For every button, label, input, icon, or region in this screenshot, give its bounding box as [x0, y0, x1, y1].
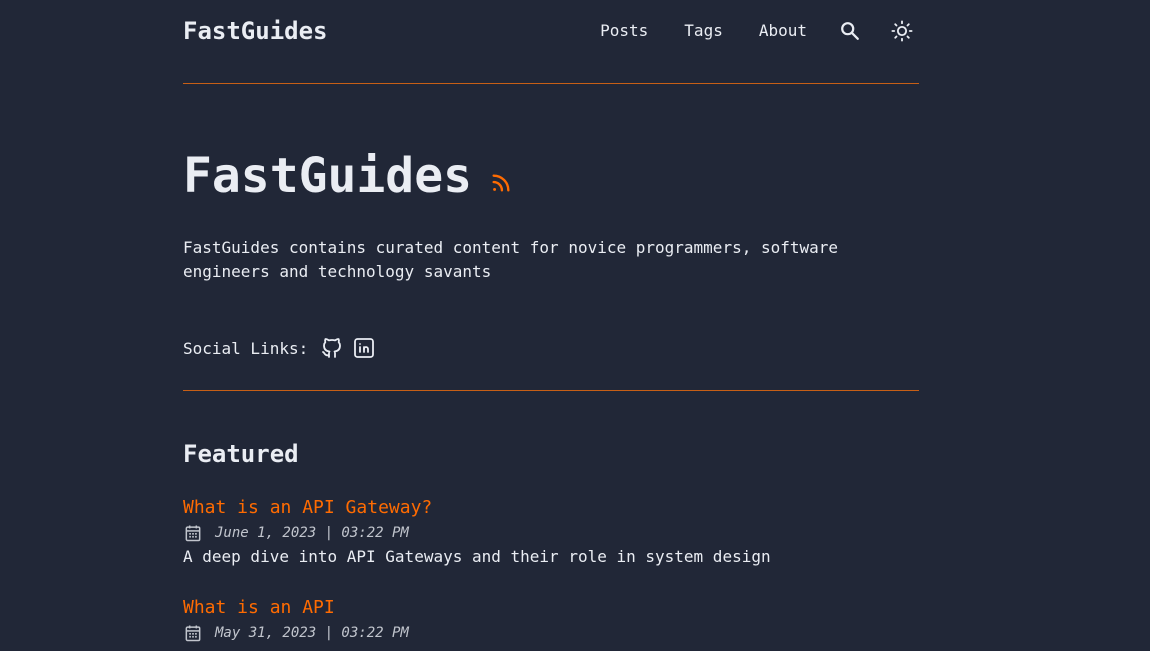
search-icon[interactable]	[837, 18, 863, 44]
hero-section: FastGuides	[183, 148, 512, 204]
list-item: What is an API May 31, 2023 | 03:22 PM	[183, 595, 409, 643]
post-title-link[interactable]: What is an API Gateway?	[183, 495, 771, 521]
social-links-label: Social Links:	[183, 338, 309, 358]
nav-posts-link[interactable]: Posts	[600, 18, 648, 44]
linkedin-icon[interactable]	[352, 336, 376, 360]
post-meta: May 31, 2023 | 03:22 PM	[183, 623, 409, 643]
page-container: FastGuides Posts Tags About FastGuides F…	[183, 0, 919, 642]
post-title-link[interactable]: What is an API	[183, 595, 409, 621]
section-divider	[183, 390, 919, 391]
calendar-icon	[185, 525, 201, 542]
post-description: A deep dive into API Gateways and their …	[183, 547, 771, 566]
page-title: FastGuides	[183, 148, 472, 204]
rss-icon[interactable]	[490, 172, 512, 198]
calendar-icon	[185, 625, 201, 642]
site-header: FastGuides Posts Tags About	[183, 0, 919, 84]
site-description: FastGuides contains curated content for …	[183, 238, 839, 281]
github-icon[interactable]	[320, 336, 344, 360]
post-date: June 1, 2023 | 03:22 PM	[215, 525, 409, 541]
list-item: What is an API Gateway? June 1, 2023 | 0…	[183, 495, 771, 569]
nav-about-link[interactable]: About	[759, 18, 807, 44]
post-date: May 31, 2023 | 03:22 PM	[215, 625, 409, 641]
social-links: Social Links:	[183, 336, 384, 360]
site-logo-link[interactable]: FastGuides	[183, 17, 328, 45]
main-nav: Posts Tags About	[600, 18, 919, 44]
nav-tags-link[interactable]: Tags	[684, 18, 723, 44]
sun-icon[interactable]	[889, 18, 915, 44]
featured-heading: Featured	[183, 440, 299, 468]
post-meta: June 1, 2023 | 03:22 PM	[183, 523, 771, 543]
